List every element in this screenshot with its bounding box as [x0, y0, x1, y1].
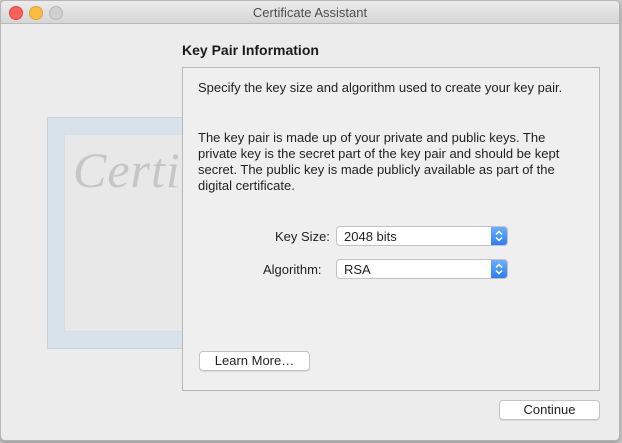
title-bar: Certificate Assistant	[1, 1, 619, 24]
continue-button[interactable]: Continue	[499, 400, 600, 420]
algorithm-label: Algorithm:	[263, 262, 322, 277]
chevron-up-down-icon[interactable]	[491, 227, 507, 245]
description-paragraph-1: Specify the key size and algorithm used …	[198, 80, 563, 95]
chevron-up-down-icon[interactable]	[491, 260, 507, 278]
certificate-assistant-window: Certificate Assistant Certi Key Pair Inf…	[0, 0, 620, 441]
key-size-popup[interactable]: 2048 bits	[336, 226, 508, 246]
description-paragraph-2: The key pair is made up of your private …	[198, 130, 560, 193]
section-heading: Key Pair Information	[182, 42, 319, 58]
certificate-watermark-text: Certi	[73, 142, 181, 198]
key-pair-panel: Specify the key size and algorithm used …	[182, 67, 600, 391]
learn-more-button[interactable]: Learn More…	[199, 351, 310, 371]
key-size-value: 2048 bits	[344, 229, 397, 244]
key-size-label: Key Size:	[275, 229, 330, 244]
algorithm-popup[interactable]: RSA	[336, 259, 508, 279]
window-title: Certificate Assistant	[252, 5, 368, 20]
algorithm-value: RSA	[344, 262, 371, 277]
